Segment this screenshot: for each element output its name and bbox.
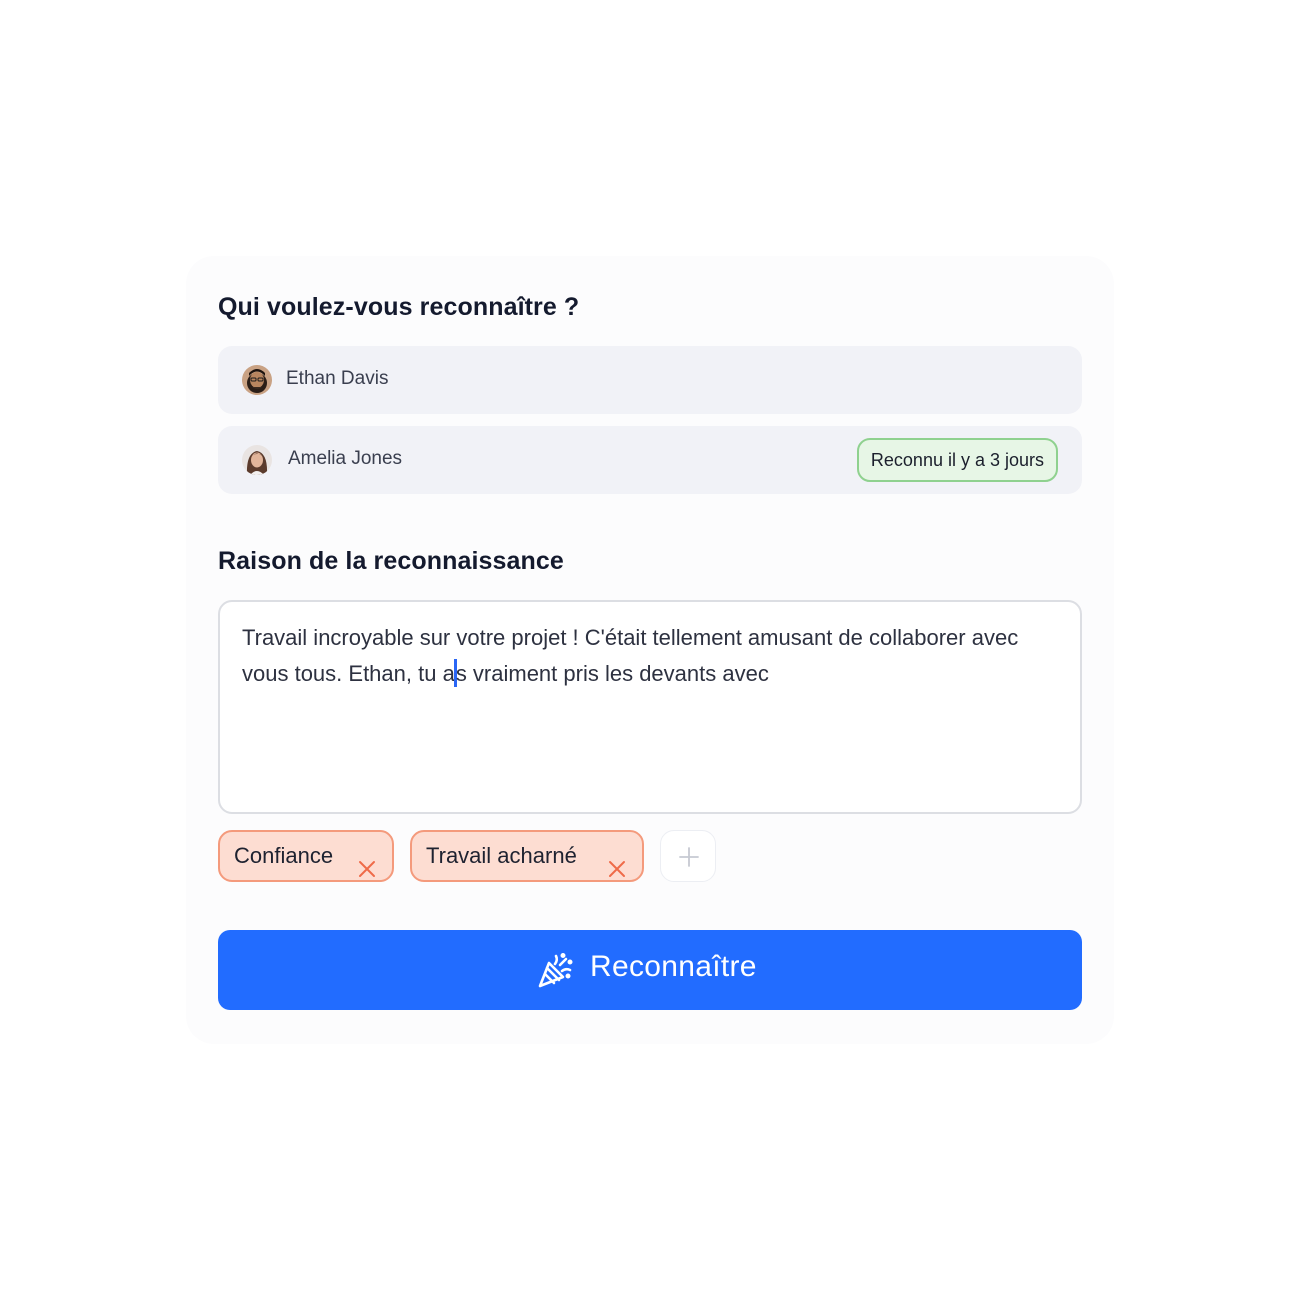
recipient-row-amelia-jones[interactable]: Amelia Jones Reconnu il y a 3 jours — [218, 426, 1082, 494]
avatar-amelia-jones — [242, 445, 272, 475]
tag-label: Travail acharné — [426, 843, 577, 868]
party-popper-icon — [536, 952, 574, 990]
recipient-name: Amelia Jones — [288, 448, 403, 469]
add-tag-button[interactable] — [660, 830, 716, 882]
recently-recognized-badge: Reconnu il y a 3 jours — [856, 438, 1058, 482]
reason-text-after-cursor: s vraiment pris les devants avec — [455, 661, 769, 686]
avatar-ethan-davis — [242, 365, 272, 395]
tag-label: Confiance — [234, 843, 334, 868]
reason-heading: Raison de la reconnaissance — [218, 547, 564, 575]
recognize-button[interactable]: Reconnaître — [218, 930, 1082, 1010]
recipients-heading: Qui voulez-vous reconnaître ? — [218, 293, 580, 321]
close-icon[interactable] — [608, 847, 626, 877]
recognize-button-label: Reconnaître — [590, 950, 757, 983]
reason-textarea[interactable]: Travail incroyable sur votre projet ! C'… — [218, 600, 1082, 814]
close-icon[interactable] — [358, 847, 376, 877]
recipient-name: Ethan Davis — [286, 368, 389, 389]
tag-confiance: Confiance — [218, 830, 394, 882]
tag-travail-acharne: Travail acharné — [410, 830, 644, 882]
recipient-row-ethan-davis[interactable]: Ethan Davis — [218, 346, 1082, 414]
